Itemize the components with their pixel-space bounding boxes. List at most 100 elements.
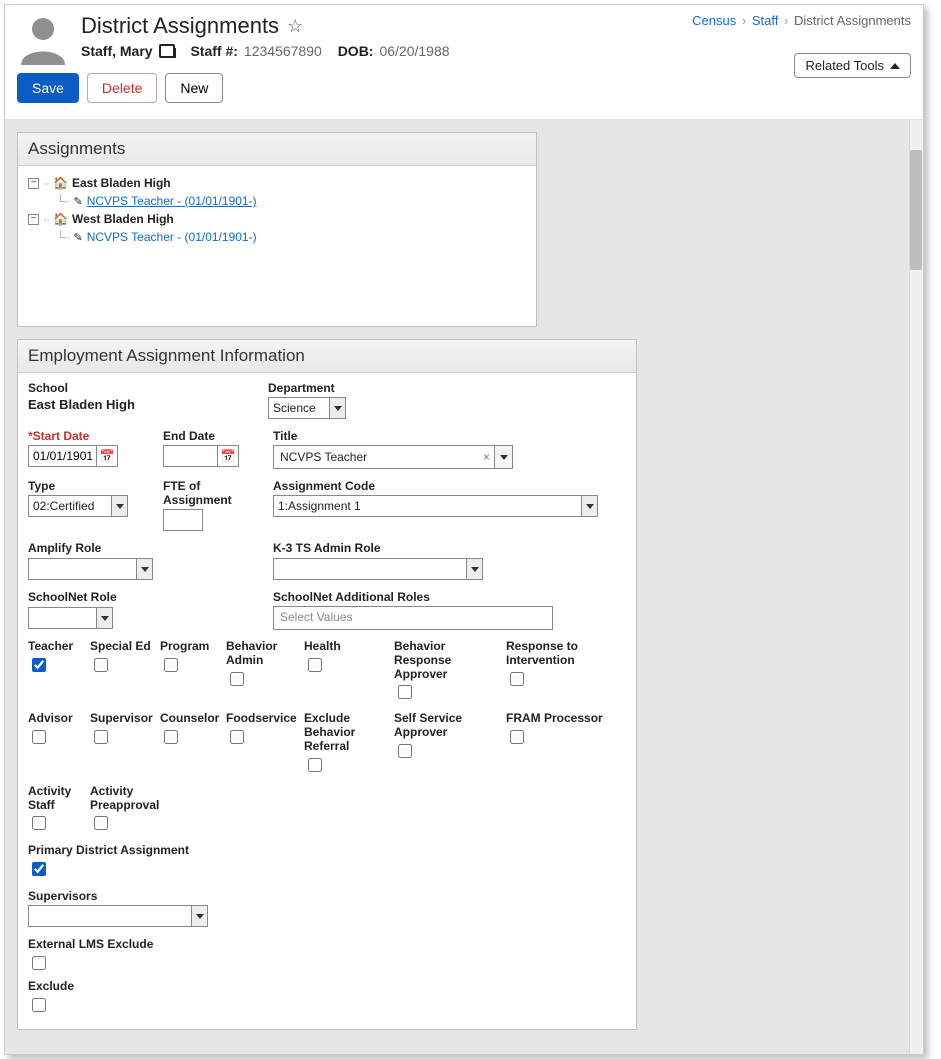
exclude-behavior-checkbox[interactable] [308,758,322,772]
title-select[interactable]: NCVPS Teacher × [273,445,513,469]
assignment-code-label: Assignment Code [273,479,598,493]
employment-info-panel: Employment Assignment Information School… [17,339,637,1030]
behavior-admin-label: Behavior Admin [226,640,304,668]
breadcrumb-current: District Assignments [794,13,911,28]
supervisor-label: Supervisor [90,712,160,726]
id-card-icon [159,44,175,58]
chevron-down-icon [471,567,479,572]
chevron-down-icon [101,616,109,621]
staff-name: Staff, Mary [81,43,153,59]
ext-lms-checkbox[interactable] [32,956,46,970]
fram-label: FRAM Processor [506,712,626,726]
breadcrumb-staff[interactable]: Staff [752,13,779,28]
type-label: Type [28,479,143,493]
caret-up-icon [890,63,900,69]
exclude-label: Exclude [28,979,626,993]
counselor-checkbox[interactable] [164,730,178,744]
assignments-panel: Assignments − ·· 🏠 East Bladen High └·· … [17,132,537,327]
behavior-admin-checkbox[interactable] [230,672,244,686]
pencil-icon: ✎ [74,195,83,208]
amplify-label: Amplify Role [28,541,253,555]
foodservice-label: Foodservice [226,712,304,726]
special-ed-checkbox[interactable] [94,658,108,672]
health-label: Health [304,640,394,654]
rti-checkbox[interactable] [510,672,524,686]
type-select[interactable]: 02:Certified [28,495,128,517]
supervisor-checkbox[interactable] [94,730,108,744]
favorite-star-icon[interactable]: ☆ [287,16,303,37]
tree-expander[interactable]: − [28,178,39,189]
behavior-response-checkbox[interactable] [398,685,412,699]
exclude-checkbox[interactable] [32,998,46,1012]
delete-button[interactable]: Delete [87,73,157,103]
home-icon: 🏠 [53,176,68,190]
title-label: Title [273,429,513,443]
scrollbar-thumb[interactable] [910,150,922,270]
chevron-down-icon [334,406,342,411]
teacher-checkbox[interactable] [32,658,46,672]
activity-preapproval-label: Activity Preapproval [90,785,160,813]
primary-label: Primary District Assignment [28,843,626,857]
self-service-label: Self Service Approver [394,712,506,740]
supervisors-select[interactable] [28,905,208,927]
calendar-icon[interactable]: 📅 [96,445,118,467]
advisor-checkbox[interactable] [32,730,46,744]
schoolnet-add-select[interactable]: Select Values [273,606,553,630]
tree-school-label: West Bladen High [72,212,174,226]
chevron-down-icon [141,567,149,572]
related-tools-button[interactable]: Related Tools [794,53,911,78]
breadcrumb-census[interactable]: Census [692,13,736,28]
start-date-label: *Start Date [28,429,143,443]
activity-staff-label: Activity Staff [28,785,90,813]
exclude-behavior-label: Exclude Behavior Referral [304,712,394,753]
rti-label: Response to Intervention [506,640,626,668]
tree-assignment-link[interactable]: NCVPS Teacher - (01/01/1901-) [87,230,257,244]
primary-checkbox[interactable] [32,862,46,876]
schoolnet-add-label: SchoolNet Additional Roles [273,590,553,604]
teacher-label: Teacher [28,640,90,654]
activity-preapproval-checkbox[interactable] [94,816,108,830]
tree-school-label: East Bladen High [72,176,171,190]
fte-input[interactable] [163,509,203,531]
pencil-icon: ✎ [74,231,83,244]
health-checkbox[interactable] [308,658,322,672]
new-button[interactable]: New [165,73,223,103]
assignment-code-select[interactable]: 1:Assignment 1 [273,495,598,517]
chevron-down-icon [116,504,124,509]
special-ed-label: Special Ed [90,640,160,654]
chevron-down-icon [586,504,594,509]
chevron-down-icon [196,914,204,919]
k3-select[interactable] [273,558,483,580]
self-service-checkbox[interactable] [398,744,412,758]
calendar-icon[interactable]: 📅 [217,445,239,467]
dob-label: DOB: [338,43,374,59]
employment-info-header: Employment Assignment Information [18,340,636,373]
supervisors-label: Supervisors [28,889,626,903]
counselor-label: Counselor [160,712,226,726]
activity-staff-checkbox[interactable] [32,816,46,830]
home-icon: 🏠 [53,212,68,226]
amplify-select[interactable] [28,558,153,580]
avatar [17,13,69,65]
staff-num-label: Staff #: [190,43,237,59]
end-date-input[interactable] [163,445,217,467]
foodservice-checkbox[interactable] [230,730,244,744]
breadcrumb: Census › Staff › District Assignments [692,13,911,28]
program-label: Program [160,640,226,654]
page-title: District Assignments [81,13,279,39]
behavior-response-label: Behavior Response Approver [394,640,506,681]
department-label: Department [268,381,346,395]
schoolnet-label: SchoolNet Role [28,590,253,604]
tree-assignment-link[interactable]: NCVPS Teacher - (01/01/1901-) [87,194,257,208]
save-button[interactable]: Save [17,73,79,103]
scrollbar[interactable] [909,120,923,1054]
tree-expander[interactable]: − [28,214,39,225]
program-checkbox[interactable] [164,658,178,672]
staff-num: 1234567890 [244,43,322,59]
start-date-input[interactable] [28,445,96,467]
fram-checkbox[interactable] [510,730,524,744]
clear-title-icon[interactable]: × [479,450,494,464]
department-select[interactable]: Science [268,397,346,419]
fte-label: FTE of Assignment [163,479,253,507]
schoolnet-select[interactable] [28,607,113,629]
